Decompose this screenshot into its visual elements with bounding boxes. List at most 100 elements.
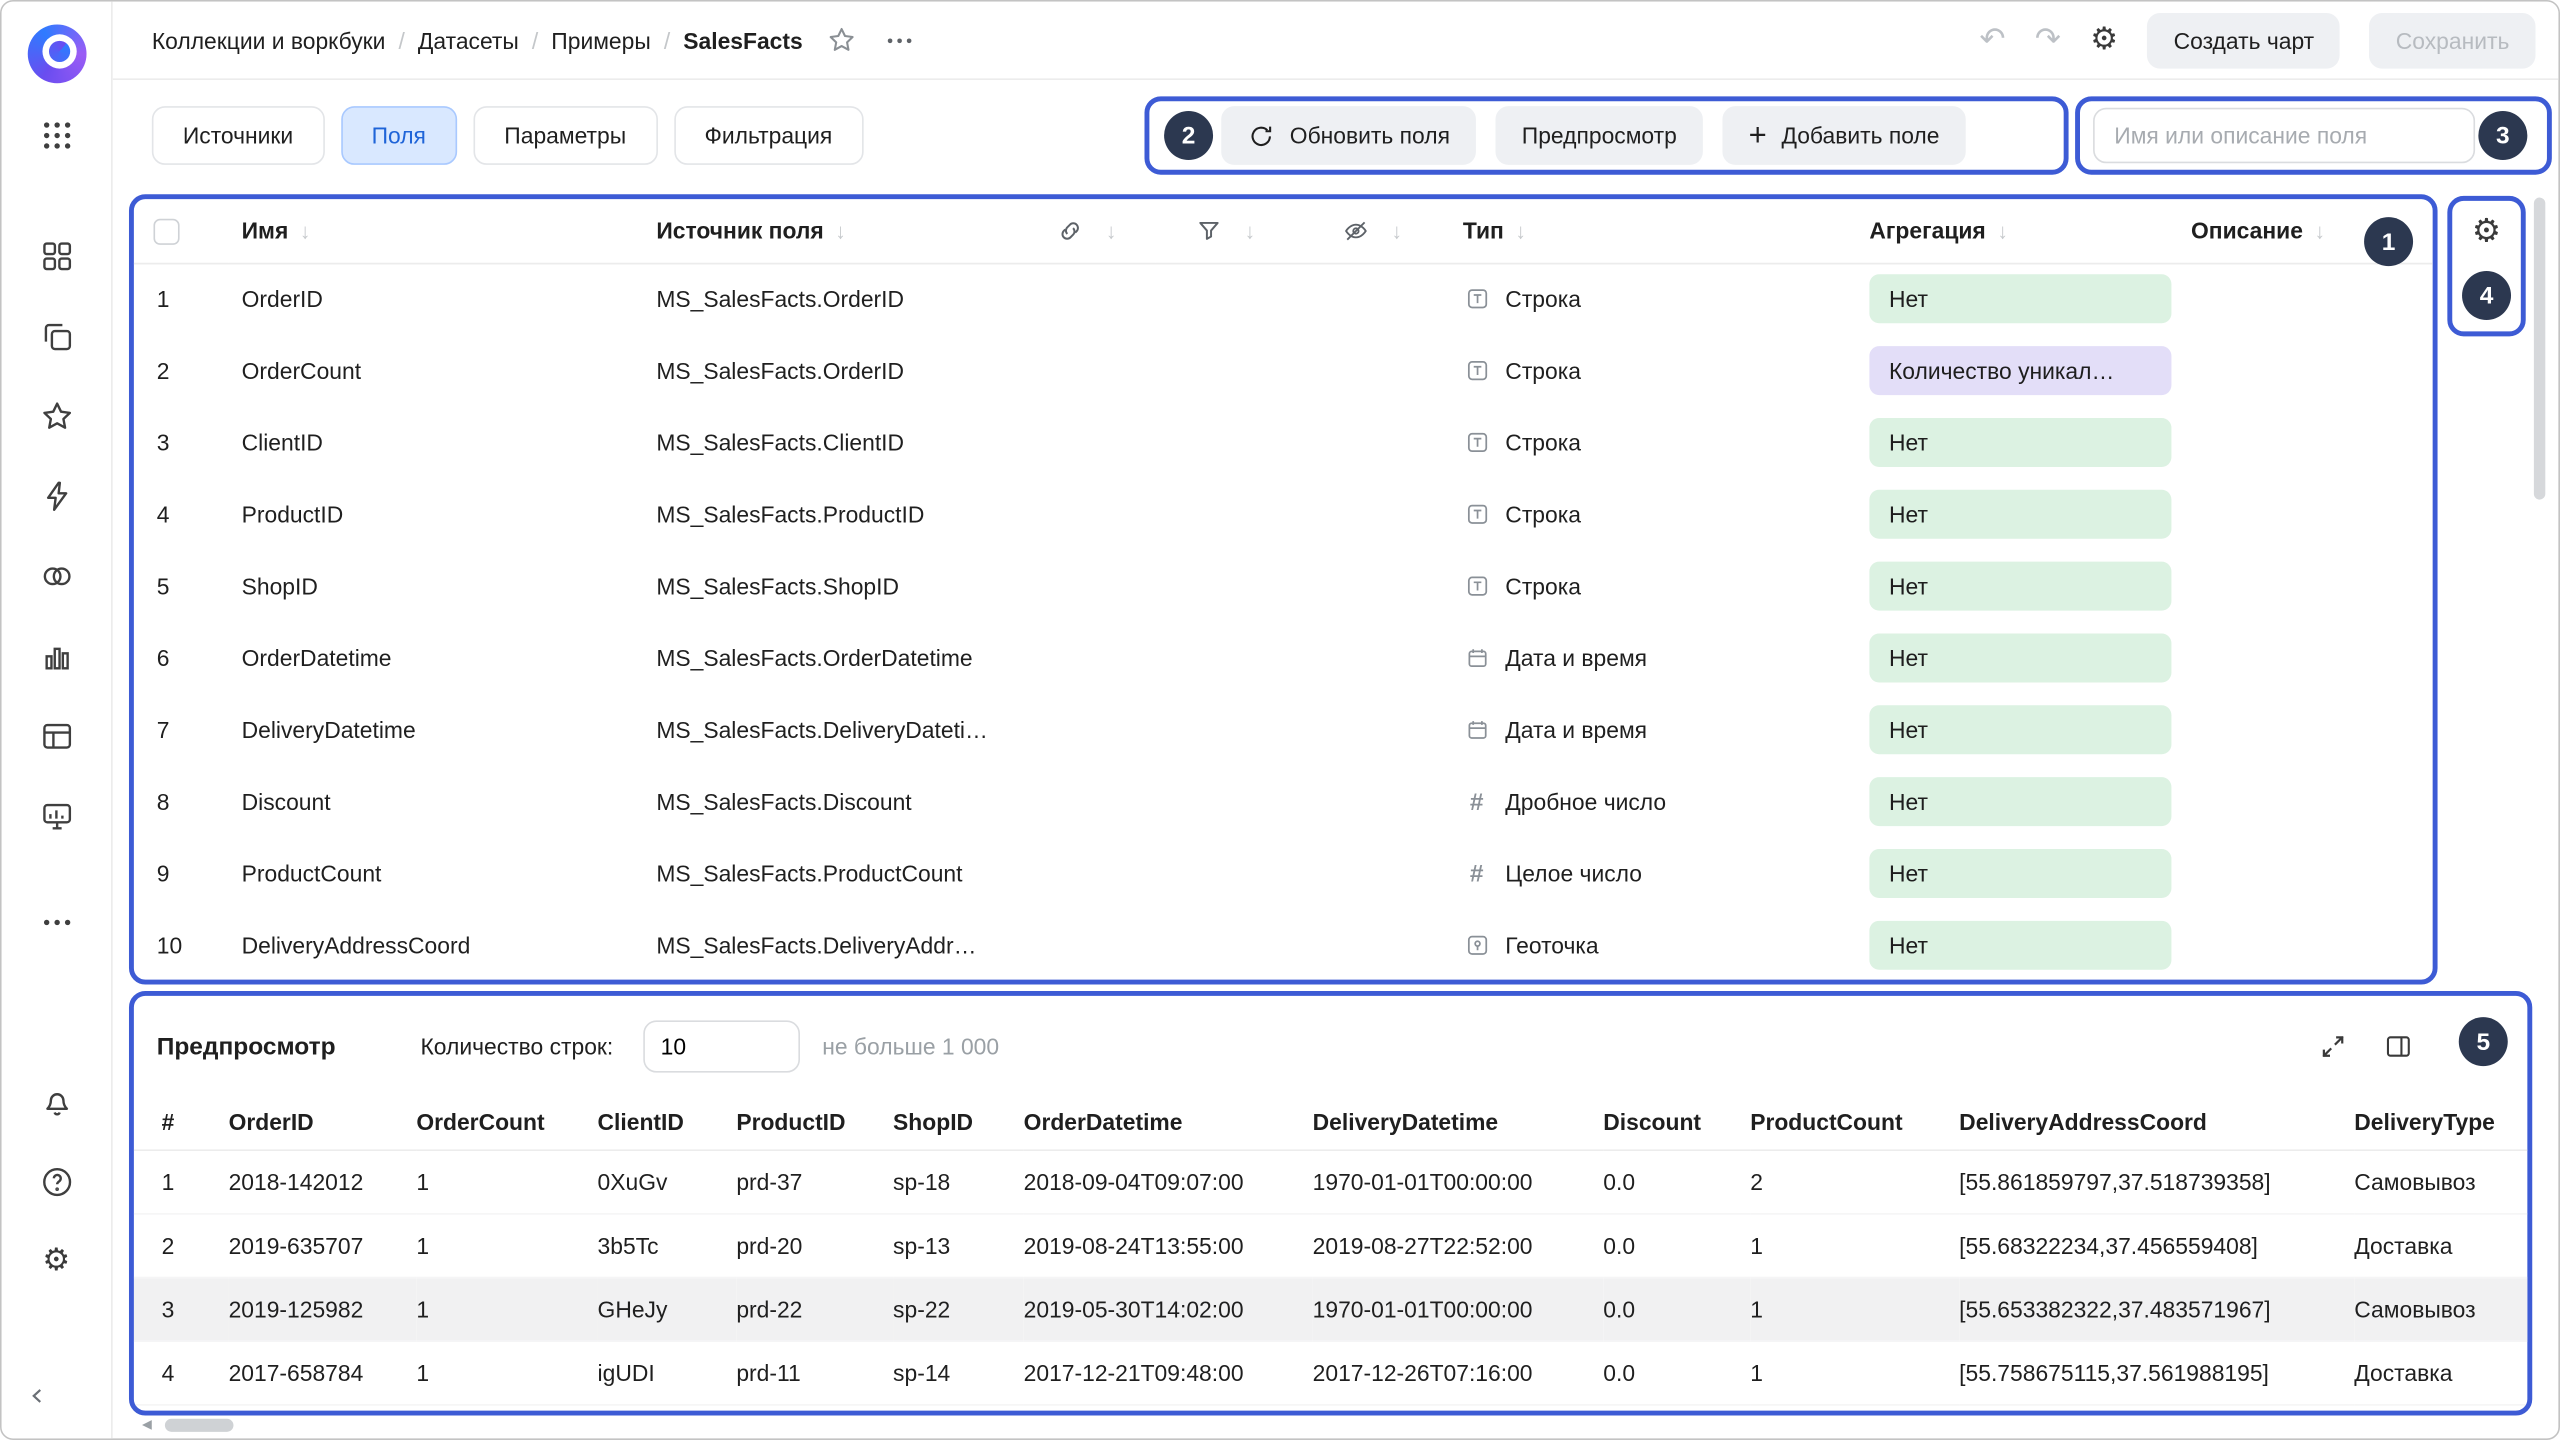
field-name[interactable]: OrderID (229, 263, 644, 335)
aggregation-select[interactable]: Нет (1869, 705, 2171, 754)
charts-icon[interactable] (24, 624, 89, 689)
field-name[interactable]: ClientID (229, 407, 644, 479)
field-description[interactable] (2178, 694, 2433, 766)
aggregation-select[interactable]: Нет (1869, 562, 2171, 611)
field-description[interactable] (2178, 335, 2433, 407)
field-row[interactable]: 5 ShopID MS_SalesFacts.ShopID # (134, 550, 2433, 622)
aggregation-select[interactable]: Количество уникал… (1869, 346, 2171, 395)
field-name[interactable]: DeliveryAddressCoord (229, 909, 644, 981)
field-row[interactable]: 7 DeliveryDatetime MS_SalesFacts.Deliver… (134, 694, 2433, 766)
field-type[interactable]: # Геоточка (1463, 932, 1856, 958)
dataset-settings-gear-icon[interactable]: ⚙ (2090, 24, 2118, 55)
column-header-hidden[interactable] (1342, 217, 1402, 245)
field-description[interactable] (2178, 263, 2433, 335)
field-row[interactable]: 10 DeliveryAddressCoord MS_SalesFacts.De… (134, 909, 2433, 981)
favorites-icon[interactable] (24, 384, 89, 449)
column-header-name[interactable]: Имя (242, 218, 311, 244)
favorite-star-icon[interactable] (826, 24, 857, 55)
field-type[interactable]: # Строка (1463, 358, 1856, 384)
preview-layout-icon[interactable] (2384, 1032, 2413, 1061)
field-name[interactable]: DeliveryDatetime (229, 694, 644, 766)
aggregation-select[interactable]: Нет (1869, 633, 2171, 682)
relations-icon[interactable] (24, 544, 89, 609)
field-type[interactable]: # Дробное число (1463, 788, 1856, 816)
column-header-source[interactable]: Источник поля (656, 218, 845, 244)
tab[interactable]: Параметры (473, 106, 657, 165)
breadcrumb-item[interactable]: Примеры (551, 27, 650, 53)
row-count-input[interactable] (643, 1020, 800, 1072)
field-description[interactable] (2178, 766, 2433, 838)
field-description[interactable] (2178, 838, 2433, 910)
field-type[interactable]: # Строка (1463, 286, 1856, 312)
field-row[interactable]: 4 ProductID MS_SalesFacts.ProductID # (134, 478, 2433, 550)
aggregation-select[interactable]: Нет (1869, 921, 2171, 970)
field-type[interactable]: # Строка (1463, 429, 1856, 455)
field-name[interactable]: Discount (229, 766, 644, 838)
field-type[interactable]: # Дата и время (1463, 645, 1856, 671)
add-field-button[interactable]: + Добавить поле (1723, 106, 1966, 165)
breadcrumb-item[interactable]: Датасеты (418, 27, 519, 53)
column-header-description[interactable]: Описание (2191, 218, 2325, 244)
field-description[interactable] (2178, 550, 2433, 622)
field-description[interactable] (2178, 909, 2433, 981)
tab[interactable]: Источники (152, 106, 324, 165)
field-type[interactable]: # Целое число (1463, 860, 1856, 888)
help-icon[interactable] (24, 1149, 89, 1214)
create-chart-button[interactable]: Создать чарт (2148, 12, 2341, 68)
expand-preview-icon[interactable] (2318, 1032, 2347, 1061)
collections-icon[interactable] (24, 304, 89, 369)
field-search-input[interactable] (2093, 108, 2475, 164)
sidebar-more-icon[interactable] (24, 890, 89, 955)
save-button[interactable]: Сохранить (2370, 12, 2536, 68)
column-header-filter[interactable] (1196, 217, 1256, 245)
field-name[interactable]: OrderCount (229, 335, 644, 407)
field-name[interactable]: OrderDatetime (229, 622, 644, 694)
editor-icon[interactable] (24, 464, 89, 529)
breadcrumb-item[interactable]: Коллекции и воркбуки (152, 27, 386, 53)
redo-icon[interactable]: ↷ (2035, 24, 2061, 55)
aggregation-select[interactable]: Нет (1869, 490, 2171, 539)
field-row[interactable]: 2 OrderCount MS_SalesFacts.OrderID # (134, 335, 2433, 407)
field-type[interactable]: # Строка (1463, 501, 1856, 527)
field-row[interactable]: 8 Discount MS_SalesFacts.Discount # (134, 766, 2433, 838)
aggregation-select[interactable]: Нет (1869, 777, 2171, 826)
more-actions-icon[interactable] (883, 24, 916, 57)
table-settings-gear-icon[interactable]: ⚙ (2472, 216, 2501, 249)
aggregation-select[interactable]: Нет (1869, 849, 2171, 898)
field-description[interactable] (2178, 407, 2433, 479)
select-all-checkbox[interactable] (153, 219, 179, 245)
field-name[interactable]: ProductID (229, 478, 644, 550)
aggregation-select[interactable]: Нет (1869, 418, 2171, 467)
workbooks-icon[interactable] (24, 224, 89, 289)
tab[interactable]: Поля (341, 106, 457, 165)
undo-icon[interactable]: ↶ (1980, 24, 2006, 55)
vertical-scrollbar[interactable] (2534, 198, 2545, 500)
preview-button[interactable]: Предпросмотр (1496, 106, 1703, 165)
apps-grid-icon[interactable] (24, 103, 89, 168)
field-description[interactable] (2178, 478, 2433, 550)
preview-column-header: ShopID (893, 1094, 1024, 1150)
field-name[interactable]: ProductCount (229, 838, 644, 910)
sidebar-collapse-icon[interactable] (18, 1376, 57, 1415)
field-type[interactable]: # Строка (1463, 573, 1856, 599)
field-row[interactable]: 6 OrderDatetime MS_SalesFacts.OrderDatet… (134, 622, 2433, 694)
field-name[interactable]: ShopID (229, 550, 644, 622)
hscroll-left-arrow-icon[interactable]: ◂ (142, 1414, 152, 1434)
refresh-fields-button[interactable]: Обновить поля (1221, 106, 1476, 165)
horizontal-scrollbar[interactable] (165, 1419, 234, 1432)
column-header-link[interactable] (1057, 217, 1117, 245)
datalens-logo[interactable] (27, 24, 86, 83)
field-type[interactable]: # Дата и время (1463, 717, 1856, 743)
notifications-bell-icon[interactable] (24, 1069, 89, 1134)
field-row[interactable]: 1 OrderID MS_SalesFacts.OrderID # (134, 263, 2433, 335)
column-header-aggregation[interactable]: Агрегация (1869, 218, 2007, 244)
field-description[interactable] (2178, 622, 2433, 694)
field-row[interactable]: 9 ProductCount MS_SalesFacts.ProductCoun… (134, 838, 2433, 910)
tab[interactable]: Фильтрация (674, 106, 864, 165)
datasets-icon[interactable] (24, 704, 89, 769)
field-row[interactable]: 3 ClientID MS_SalesFacts.ClientID # (134, 407, 2433, 479)
aggregation-select[interactable]: Нет (1869, 275, 2171, 324)
column-header-type[interactable]: Тип (1463, 218, 1526, 244)
sidebar-settings-gear-icon[interactable]: ⚙ (24, 1228, 89, 1293)
dashboards-icon[interactable] (24, 784, 89, 849)
